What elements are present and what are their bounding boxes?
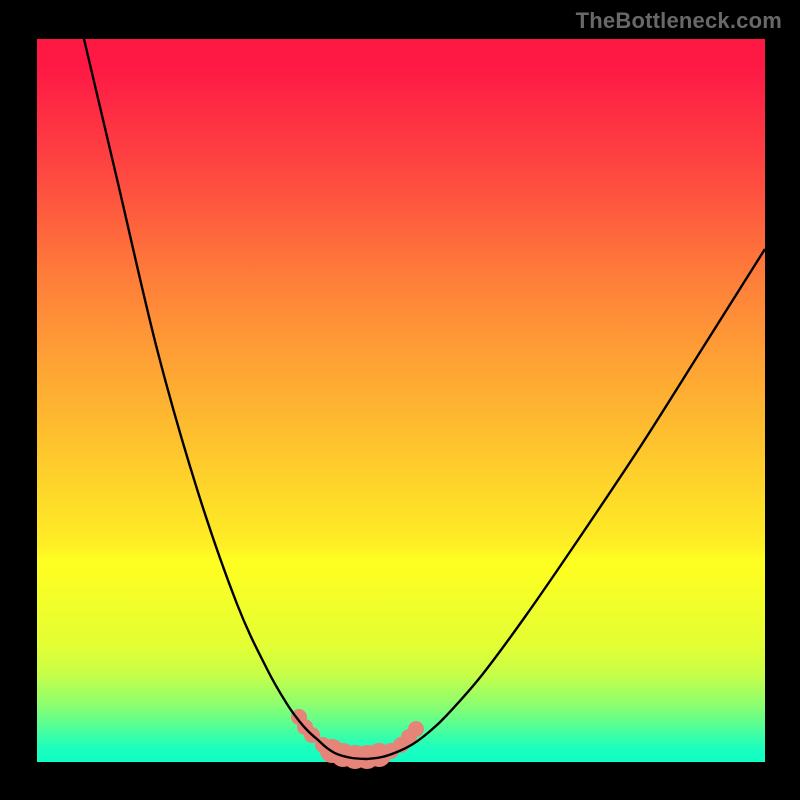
valley-marker (408, 721, 424, 737)
curve-right (367, 249, 765, 759)
curve-left (84, 39, 367, 759)
chart-svg (37, 39, 765, 762)
watermark-text: TheBottleneck.com (576, 8, 782, 34)
chart-frame: TheBottleneck.com (0, 0, 800, 800)
valley-markers (291, 709, 424, 769)
